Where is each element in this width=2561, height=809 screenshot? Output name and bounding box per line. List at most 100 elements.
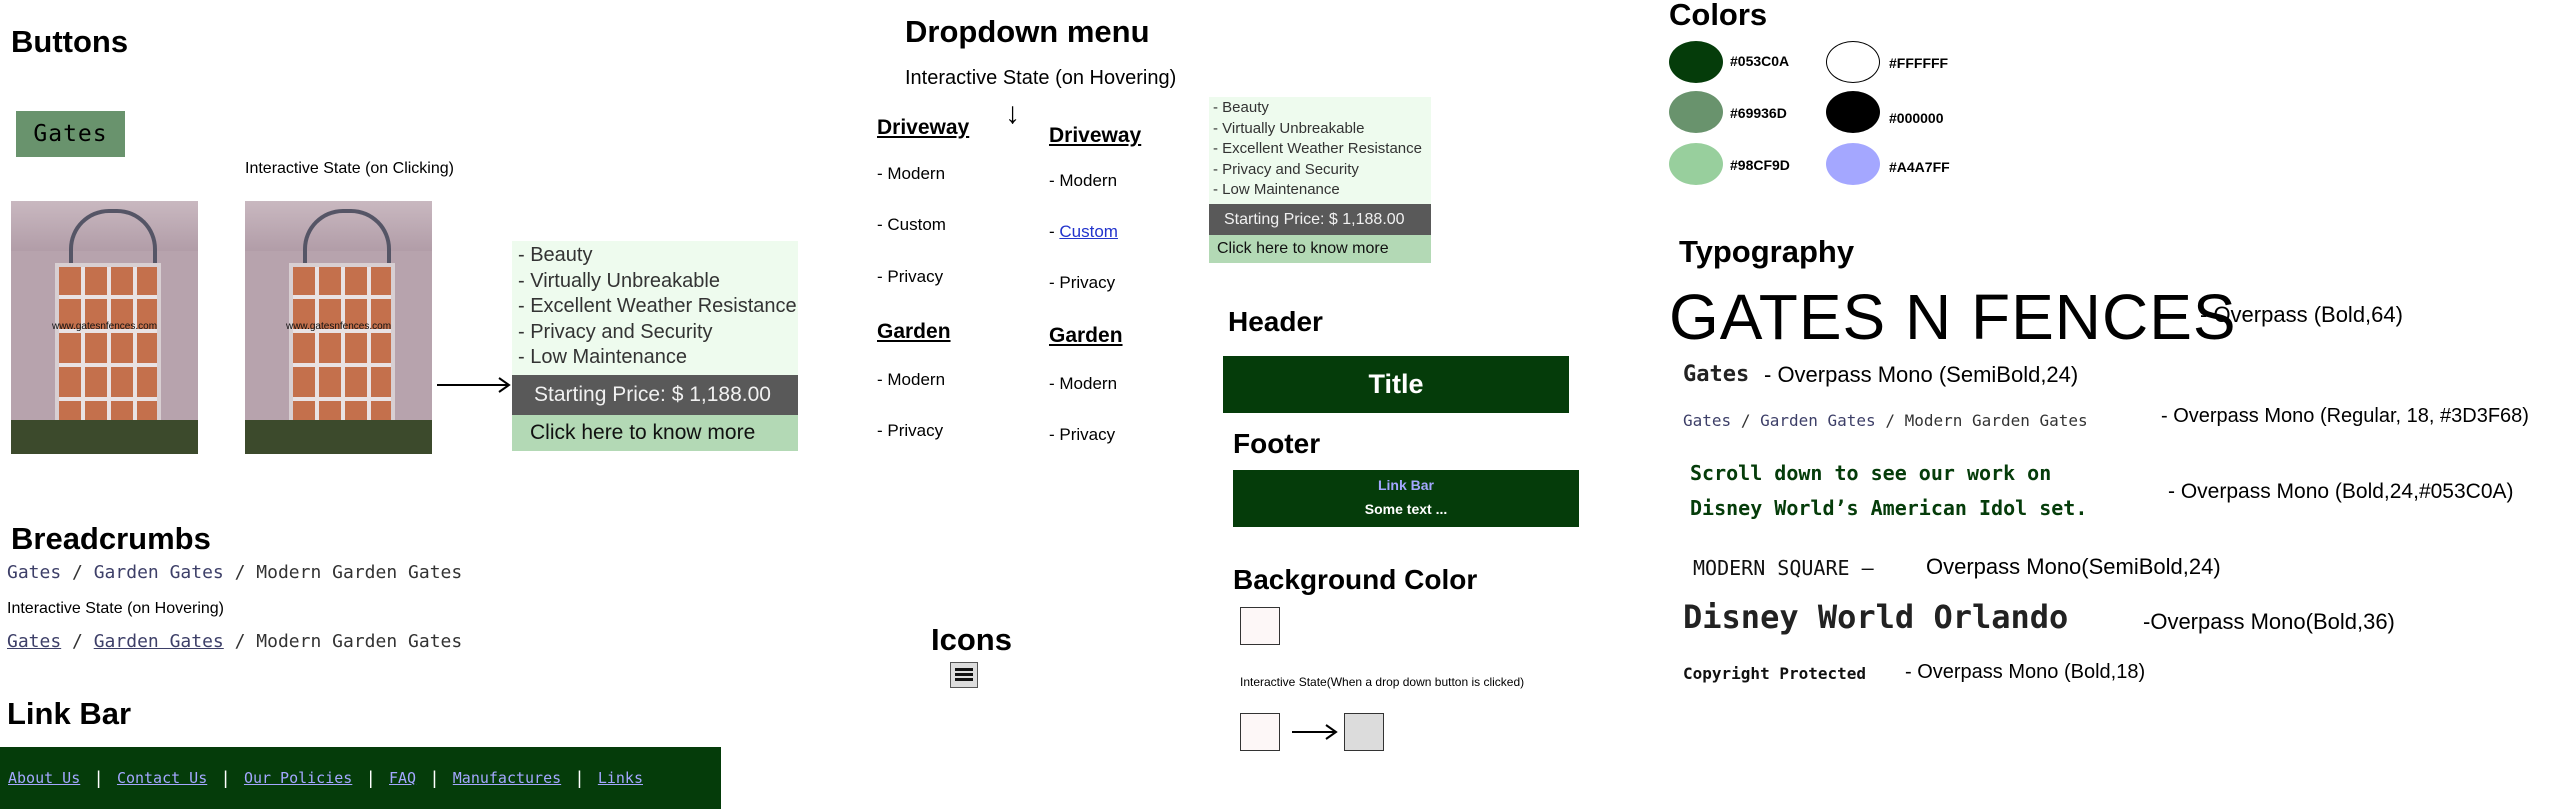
dropdown-item-custom-hover[interactable]: - Custom xyxy=(1049,222,1118,242)
hamburger-menu-icon[interactable] xyxy=(950,662,978,688)
typography-gates-desc: - Overpass Mono (SemiBold,24) xyxy=(1764,362,2079,387)
breadcrumb-hover: Gates / Garden Gates / Modern Garden Gat… xyxy=(7,631,462,652)
dropdown-item-privacy[interactable]: - Privacy xyxy=(1049,273,1115,293)
link-links[interactable]: Links xyxy=(598,769,643,787)
dropdown-info-card: - Beauty - Virtually Unbreakable - Excel… xyxy=(1209,97,1431,263)
dropdown-item-modern[interactable]: - Modern xyxy=(877,164,945,184)
breadcrumb: Gates / Garden Gates / Modern Garden Gat… xyxy=(7,562,462,583)
product-info-card: - Beauty - Virtually Unbreakable - Excel… xyxy=(512,241,798,451)
price-label: Starting Price: $ 1,188.00 xyxy=(512,374,798,415)
background-state-label: Interactive State(When a drop down butto… xyxy=(1240,675,1525,689)
typography-disney-sample: Disney World Orlando xyxy=(1683,598,2069,636)
gates-button[interactable]: Gates xyxy=(16,111,125,157)
feature-item: - Privacy and Security xyxy=(1213,160,1359,178)
header-heading: Header xyxy=(1228,306,1323,337)
dropdown-item-custom[interactable]: - Custom xyxy=(877,215,946,235)
down-arrow-icon: ↓ xyxy=(1005,97,1020,130)
dropdown-garden[interactable]: Garden xyxy=(877,320,951,344)
color-label: #A4A7FF xyxy=(1889,159,1950,175)
feature-item: - Low Maintenance xyxy=(1213,181,1340,198)
feature-item: - Excellent Weather Resistance xyxy=(518,295,797,317)
breadcrumb-current: Modern Garden Gates xyxy=(256,631,463,652)
typography-modern-sample: MODERN SQUARE – xyxy=(1693,556,1874,580)
dropdown-item-modern[interactable]: - Modern xyxy=(1049,171,1117,191)
colors-heading: Colors xyxy=(1669,0,1768,32)
background-swatch-default xyxy=(1240,713,1280,751)
gate-image-clicked[interactable]: www.gatesnfences.com xyxy=(245,201,432,454)
breadcrumb-item: Gates xyxy=(1683,411,1732,430)
link-about-us[interactable]: About Us xyxy=(8,769,80,787)
breadcrumb-current: Modern Garden Gates xyxy=(256,562,463,583)
breadcrumb-hover-label: Interactive State (on Hovering) xyxy=(7,600,224,617)
typography-gates-sample: Gates xyxy=(1683,362,1750,387)
image-watermark: www.gatesnfences.com xyxy=(51,321,158,332)
breadcrumbs-heading: Breadcrumbs xyxy=(11,521,211,556)
link-faq[interactable]: FAQ xyxy=(389,769,416,787)
header-bar: Title xyxy=(1223,356,1569,413)
dropdown-garden-hover[interactable]: Garden xyxy=(1049,324,1123,348)
dropdown-hover-label: Interactive State (on Hovering) xyxy=(905,67,1177,89)
background-swatch-clicked xyxy=(1344,713,1384,751)
typography-title-sample: GATES N FENCES xyxy=(1669,281,2237,353)
dropdown-item-prefix: - xyxy=(1049,222,1060,241)
color-label: #69936D xyxy=(1730,105,1787,121)
link-manufactures[interactable]: Manufactures xyxy=(453,769,561,787)
scroll-line: Scroll down to see our work on xyxy=(1690,461,2052,485)
dropdown-item-modern[interactable]: - Modern xyxy=(877,370,945,390)
breadcrumb-link-garden-gates[interactable]: Garden Gates xyxy=(94,631,224,652)
breadcrumb-link-gates[interactable]: Gates xyxy=(7,562,61,583)
link-separator: | xyxy=(368,767,373,788)
dropdown-heading: Dropdown menu xyxy=(905,14,1150,49)
footer-link-bar[interactable]: Link Bar xyxy=(1233,477,1579,493)
color-swatch-white xyxy=(1826,41,1880,83)
typography-modern-desc: Overpass Mono(SemiBold,24) xyxy=(1926,554,2221,579)
custom-link[interactable]: Custom xyxy=(1059,222,1118,241)
gate-image[interactable]: www.gatesnfences.com xyxy=(11,201,198,454)
know-more-button[interactable]: Click here to know more xyxy=(512,414,798,451)
color-swatch-light-green xyxy=(1669,143,1723,185)
image-watermark: www.gatesnfences.com xyxy=(285,321,392,332)
typography-breadcrumb-desc: - Overpass Mono (Regular, 18, #3D3F68) xyxy=(2161,405,2529,427)
color-swatch-black xyxy=(1826,91,1880,133)
dropdown-driveway[interactable]: Driveway xyxy=(877,116,969,140)
dropdown-driveway-hover[interactable]: Driveway xyxy=(1049,124,1141,148)
scroll-line: Disney World’s American Idol set. xyxy=(1690,496,2088,520)
color-label: #FFFFFF xyxy=(1889,55,1949,71)
typography-scroll-sample: Scroll down to see our work on Disney Wo… xyxy=(1690,456,2087,526)
feature-item: - Beauty xyxy=(518,244,593,266)
link-separator: | xyxy=(223,767,228,788)
color-swatch-dark-green xyxy=(1669,41,1723,83)
dropdown-item-privacy[interactable]: - Privacy xyxy=(877,421,943,441)
feature-item: - Low Maintenance xyxy=(518,346,687,368)
click-state-label: Interactive State (on Clicking) xyxy=(245,160,454,177)
link-our-policies[interactable]: Our Policies xyxy=(244,769,352,787)
background-swatch xyxy=(1240,607,1280,645)
price-label: Starting Price: $ 1,188.00 xyxy=(1209,203,1431,235)
breadcrumb-separator: / xyxy=(234,562,246,583)
feature-item: - Virtually Unbreakable xyxy=(518,269,720,292)
link-separator: | xyxy=(96,767,101,788)
typography-heading: Typography xyxy=(1679,234,1855,269)
typography-disney-desc: -Overpass Mono(Bold,36) xyxy=(2143,609,2395,634)
color-label: #053C0A xyxy=(1730,53,1790,69)
breadcrumb-link-garden-gates[interactable]: Garden Gates xyxy=(94,562,224,583)
typography-copyright-desc: - Overpass Mono (Bold,18) xyxy=(1905,661,2146,683)
breadcrumb-separator: / xyxy=(72,631,83,652)
typography-scroll-desc: - Overpass Mono (Bold,24,#053C0A) xyxy=(2168,480,2514,503)
link-separator: | xyxy=(577,767,582,788)
buttons-heading: Buttons xyxy=(11,24,129,59)
know-more-button[interactable]: Click here to know more xyxy=(1209,234,1431,263)
dropdown-item-modern[interactable]: - Modern xyxy=(1049,374,1117,394)
feature-item: - Privacy and Security xyxy=(518,320,713,343)
color-swatch-periwinkle xyxy=(1826,143,1880,185)
breadcrumb-separator: / xyxy=(234,631,246,652)
dropdown-item-privacy[interactable]: - Privacy xyxy=(1049,425,1115,445)
color-label: #98CF9D xyxy=(1730,157,1790,173)
footer-bar: Link Bar Some text ... xyxy=(1233,470,1579,527)
link-separator: | xyxy=(432,767,437,788)
link-contact-us[interactable]: Contact Us xyxy=(117,769,207,787)
dropdown-item-privacy[interactable]: - Privacy xyxy=(877,267,943,287)
breadcrumb-link-gates[interactable]: Gates xyxy=(7,631,61,652)
breadcrumb-item: Modern Garden Gates xyxy=(1904,411,2088,430)
feature-item: - Beauty xyxy=(1213,99,1269,116)
